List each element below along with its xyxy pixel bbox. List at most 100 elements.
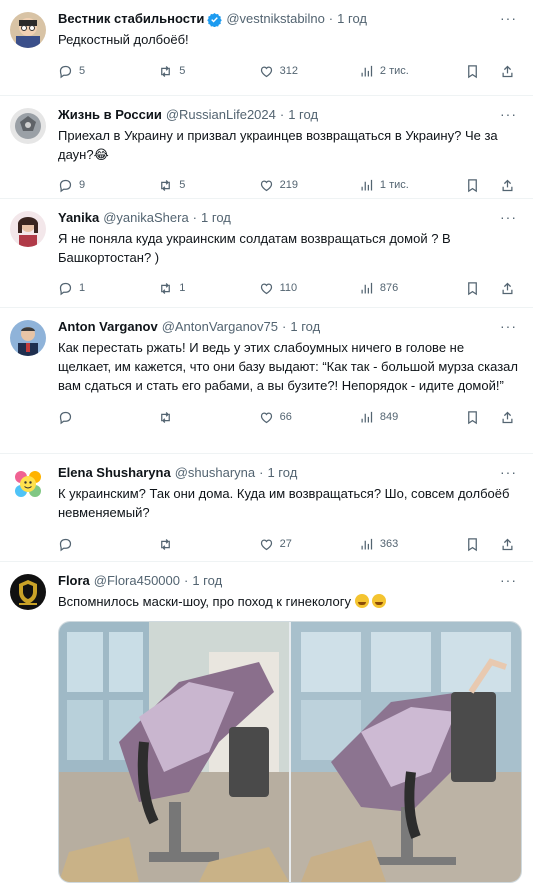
more-options-icon[interactable]: ··· bbox=[500, 106, 517, 122]
views-button[interactable]: 1 тис. bbox=[359, 178, 465, 193]
more-options-icon[interactable]: ··· bbox=[500, 10, 517, 26]
tweet[interactable]: Жизнь в России @RussianLife2024 · 1 год … bbox=[0, 96, 533, 199]
action-bar: 66 849 bbox=[58, 399, 519, 435]
like-button[interactable]: 66 bbox=[259, 410, 359, 425]
author-name[interactable]: Yanika bbox=[58, 209, 99, 227]
reply-count: 1 bbox=[79, 282, 86, 294]
repost-icon bbox=[161, 179, 171, 191]
repost-button[interactable] bbox=[158, 410, 258, 425]
avatar[interactable] bbox=[10, 466, 46, 502]
author-name[interactable]: Вестник стабильности bbox=[58, 10, 204, 28]
like-button[interactable]: 27 bbox=[259, 537, 359, 552]
tweet-text: Я не поняла куда украинским солдатам воз… bbox=[58, 231, 451, 265]
author-handle[interactable]: @shusharyna bbox=[175, 464, 255, 482]
timestamp[interactable]: 1 год bbox=[337, 10, 367, 28]
reply-icon bbox=[59, 65, 72, 78]
more-options-icon[interactable]: ··· bbox=[500, 318, 517, 334]
reply-button[interactable]: 5 bbox=[58, 64, 158, 79]
author-name[interactable]: Жизнь в России bbox=[58, 106, 162, 124]
tweet-text: Вспомнилось маски-шоу, про поход к гинек… bbox=[58, 594, 351, 609]
like-count: 66 bbox=[279, 411, 292, 423]
timestamp[interactable]: 1 год bbox=[290, 318, 320, 336]
separator-dot: · bbox=[279, 107, 285, 122]
views-count: 876 bbox=[379, 282, 399, 294]
share-icon[interactable] bbox=[500, 410, 515, 425]
bookmark-icon[interactable] bbox=[465, 178, 480, 193]
separator-dot: · bbox=[328, 11, 334, 26]
author-handle[interactable]: @yanikaShera bbox=[103, 209, 188, 227]
more-options-icon[interactable]: ··· bbox=[500, 209, 517, 225]
timestamp[interactable]: 1 год bbox=[192, 572, 222, 590]
author-handle[interactable]: @RussianLife2024 bbox=[166, 106, 276, 124]
timestamp[interactable]: 1 год bbox=[201, 209, 231, 227]
action-bar: 27 363 bbox=[58, 526, 519, 562]
like-button[interactable]: 110 bbox=[259, 281, 359, 296]
share-icon[interactable] bbox=[500, 281, 515, 296]
tweet[interactable]: Elena Shusharyna @shusharyna · 1 год ···… bbox=[0, 454, 533, 562]
author-handle[interactable]: @vestnikstabilno bbox=[226, 10, 324, 28]
media-grid[interactable] bbox=[58, 621, 522, 883]
repost-button[interactable]: 1 bbox=[158, 281, 258, 296]
heart-icon bbox=[260, 282, 272, 294]
more-options-icon[interactable]: ··· bbox=[500, 464, 517, 480]
share-icon[interactable] bbox=[500, 537, 515, 552]
tweet[interactable]: Yanika @yanikaShera · 1 год ··· Я не пон… bbox=[0, 199, 533, 308]
tweet-header: Вестник стабильности @vestnikstabilno · … bbox=[58, 10, 519, 28]
avatar[interactable] bbox=[10, 320, 46, 356]
avatar[interactable] bbox=[10, 574, 46, 610]
repost-count: 5 bbox=[179, 179, 186, 191]
timestamp[interactable]: 1 год bbox=[267, 464, 297, 482]
like-button[interactable]: 312 bbox=[259, 64, 359, 79]
repost-button[interactable]: 5 bbox=[158, 64, 258, 79]
bookmark-icon[interactable] bbox=[465, 410, 480, 425]
emoji-icon bbox=[354, 594, 369, 608]
bookmark-icon[interactable] bbox=[465, 537, 480, 552]
views-button[interactable]: 2 тис. bbox=[359, 64, 465, 79]
reply-button[interactable] bbox=[58, 537, 158, 552]
views-count: 1 тис. bbox=[379, 179, 409, 191]
more-options-icon[interactable]: ··· bbox=[500, 572, 517, 588]
separator-dot: · bbox=[282, 319, 287, 334]
avatar[interactable] bbox=[10, 108, 46, 144]
reply-button[interactable] bbox=[58, 410, 158, 425]
repost-count: 1 bbox=[179, 282, 186, 294]
avatar[interactable] bbox=[10, 12, 46, 48]
media-photo[interactable] bbox=[59, 622, 289, 882]
views-button[interactable]: 876 bbox=[359, 281, 465, 296]
share-icon[interactable] bbox=[500, 178, 515, 193]
reply-count: 9 bbox=[79, 179, 86, 191]
reply-icon bbox=[59, 411, 72, 424]
heart-icon bbox=[260, 411, 272, 423]
repost-button[interactable]: 5 bbox=[158, 178, 258, 193]
avatar[interactable] bbox=[10, 211, 46, 247]
reply-button[interactable]: 9 bbox=[58, 178, 158, 193]
bookmark-icon[interactable] bbox=[465, 64, 480, 79]
repost-button[interactable] bbox=[158, 537, 258, 552]
author-name[interactable]: Flora bbox=[58, 572, 90, 590]
tweet[interactable]: Flora @Flora450000 · 1 год ··· Вспомнило… bbox=[0, 562, 533, 888]
action-bar: 9 5 219 1 тис. bbox=[58, 167, 519, 203]
tweet[interactable]: Вестник стабильности @vestnikstabilno · … bbox=[0, 0, 533, 96]
tweet-text: К украинским? Так они дома. Куда им возв… bbox=[58, 486, 510, 520]
tweet-header: Anton Varganov @AntonVarganov75 · 1 год bbox=[58, 318, 519, 336]
views-button[interactable]: 363 bbox=[359, 537, 465, 552]
reply-icon bbox=[59, 538, 72, 551]
author-handle[interactable]: @Flora450000 bbox=[94, 572, 180, 590]
separator-dot: · bbox=[259, 465, 264, 480]
timestamp[interactable]: 1 год bbox=[288, 106, 318, 124]
media-photo[interactable] bbox=[291, 622, 521, 882]
author-name[interactable]: Anton Varganov bbox=[58, 318, 158, 336]
author-name[interactable]: Elena Shusharyna bbox=[58, 464, 171, 482]
bookmark-icon[interactable] bbox=[465, 281, 480, 296]
share-icon[interactable] bbox=[500, 64, 515, 79]
reply-icon bbox=[59, 282, 72, 295]
action-bar: 1 1 110 876 bbox=[58, 270, 519, 306]
tweet[interactable]: Anton Varganov @AntonVarganov75 · 1 год … bbox=[0, 308, 533, 454]
author-handle[interactable]: @AntonVarganov75 bbox=[162, 318, 278, 336]
views-chart-icon bbox=[361, 282, 373, 293]
like-button[interactable]: 219 bbox=[259, 178, 359, 193]
views-chart-icon bbox=[361, 65, 373, 76]
views-button[interactable]: 849 bbox=[359, 410, 465, 425]
tweet-header: Yanika @yanikaShera · 1 год bbox=[58, 209, 519, 227]
reply-button[interactable]: 1 bbox=[58, 281, 158, 296]
